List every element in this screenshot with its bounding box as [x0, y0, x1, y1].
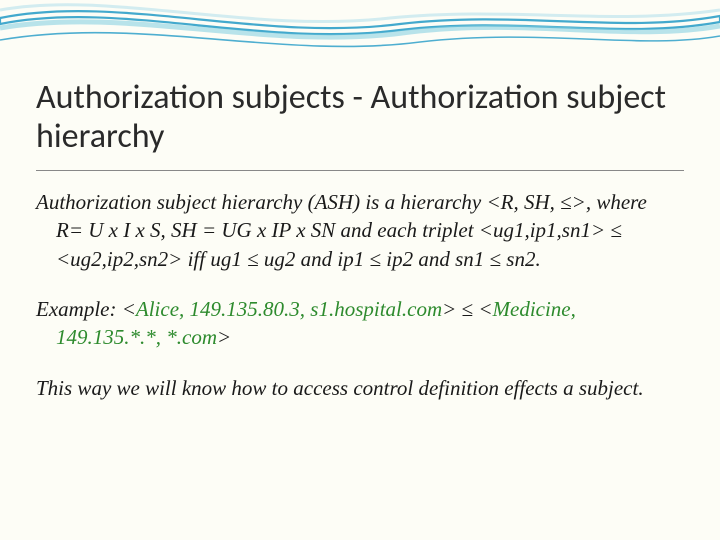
- slide: Authorization subjects - Authorization s…: [0, 0, 720, 540]
- example-paragraph: Example: <Alice, 149.135.80.3, s1.hospit…: [36, 295, 670, 352]
- slide-title: Authorization subjects - Authorization s…: [36, 78, 684, 156]
- slide-body: Authorization subject hierarchy (ASH) is…: [36, 188, 670, 424]
- title-underline: [36, 170, 684, 171]
- wave-decoration: [0, 0, 720, 70]
- definition-paragraph: Authorization subject hierarchy (ASH) is…: [36, 188, 670, 273]
- example-tuple-1: Alice, 149.135.80.3, s1.hospital.com: [136, 297, 442, 321]
- example-suffix: >: [217, 325, 231, 349]
- conclusion-paragraph: This way we will know how to access cont…: [36, 374, 670, 402]
- example-mid: > ≤ <: [442, 297, 492, 321]
- example-prefix: Example: <: [36, 297, 136, 321]
